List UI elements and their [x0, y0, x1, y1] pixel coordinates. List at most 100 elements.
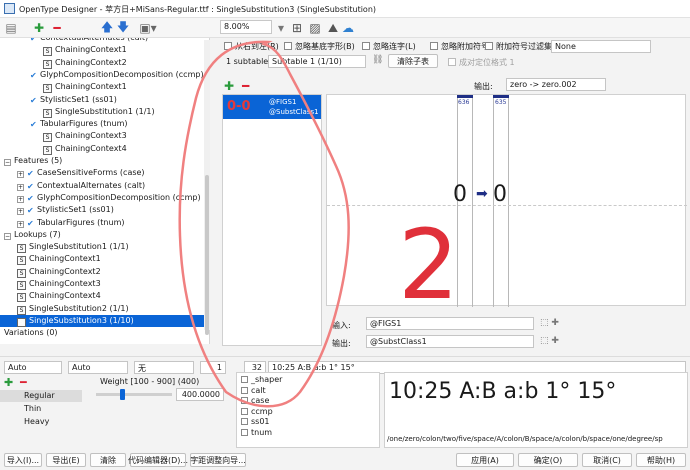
view-menu-icon[interactable]: ▣▾	[139, 20, 156, 36]
instance-item[interactable]: Heavy	[0, 416, 82, 428]
tree-row[interactable]: + ✔ StylisticSet1 (ss01)	[0, 204, 209, 216]
lookup-tree[interactable]: ✔ContextualAlternates (calt)SChainingCon…	[0, 38, 210, 344]
tree-row[interactable]: ✔ StylisticSet1 (ss01)	[0, 94, 209, 106]
ok-button[interactable]: 确定(O)	[518, 453, 578, 467]
tree-row[interactable]: + ✔ GlyphCompositionDecomposition (ccmp)	[0, 192, 209, 204]
expand-icon[interactable]: +	[17, 171, 24, 179]
tree-row[interactable]: ✔ TabularFigures (tnum)	[0, 118, 209, 130]
output-select[interactable]: zero -> zero.002	[506, 78, 606, 91]
add-rule-icon[interactable]: ✚	[224, 79, 234, 93]
tree-row[interactable]: S ChainingContext4	[0, 290, 209, 303]
feature-item[interactable]: ccmp	[241, 407, 273, 417]
ignore-base-option[interactable]: 忽略基底字形(B)	[284, 41, 355, 52]
tree-row[interactable]: S SingleSubstitution3 (1/10)	[0, 314, 204, 327]
apply-button[interactable]: 应用(A)	[456, 453, 514, 467]
tree-row[interactable]: S ChainingContext3	[0, 278, 209, 290]
tree-row[interactable]: ✔ContextualAlternates (calt)	[0, 38, 209, 44]
toolbar: ▤ ✚ ━ 🡅 🡇 ▣▾ 8.00% ▾ ⊞ ▨ ⛰ ☁	[0, 18, 690, 38]
remove-instance-icon[interactable]: ━	[20, 376, 27, 389]
tree-row[interactable]: + ✔ CaseSensitiveForms (case)	[0, 167, 209, 179]
io-output-field[interactable]: @SubstClass1	[366, 335, 534, 348]
tree-row[interactable]: S ChainingContext4	[0, 143, 209, 155]
ignore-lig-option[interactable]: 忽略连字(L)	[362, 41, 416, 52]
io-output-pick-icon[interactable]: ⬚ ✚	[540, 336, 559, 346]
repeat-spinner[interactable]: 1	[200, 361, 226, 374]
grid-icon[interactable]: ⊞	[290, 20, 304, 36]
feature-list[interactable]: _shaper calt case ccmp ss01 tnum	[236, 372, 380, 448]
expand-icon[interactable]: +	[17, 195, 24, 203]
expand-icon[interactable]: +	[17, 220, 24, 228]
glyph-input: 0	[453, 182, 467, 207]
feature-item[interactable]: tnum	[241, 428, 272, 438]
subtable-select[interactable]: Subtable 1 (1/10)	[268, 55, 366, 68]
ignore-mark-option[interactable]: 忽略附加符号	[430, 41, 489, 52]
tree-row[interactable]: − Lookups (7)	[0, 229, 209, 241]
tree-row[interactable]: ✔ GlyphCompositionDecomposition (ccmp)	[0, 69, 209, 81]
tree-row[interactable]: S ChainingContext2	[0, 266, 209, 278]
script-select[interactable]: Auto	[4, 361, 62, 374]
tree-row[interactable]: Variations (0)	[0, 327, 209, 339]
clear-subtable-button[interactable]: 清除子表	[388, 54, 438, 68]
tree-toggle-icon[interactable]: ▤	[4, 20, 18, 36]
feature-item[interactable]: ss01	[241, 417, 270, 427]
code-editor-button[interactable]: 代码编辑器(D)...	[128, 453, 188, 467]
collapse-icon[interactable]: −	[4, 232, 11, 240]
clear-button[interactable]: 清除	[90, 453, 126, 467]
io-input-field[interactable]: @FIGS1	[366, 317, 534, 330]
expand-icon[interactable]: +	[17, 208, 24, 216]
cursive-option[interactable]: 成对定位格式 1	[448, 57, 515, 68]
mountain-icon[interactable]: ⛰	[326, 20, 340, 36]
rule-list[interactable]: 0-0 @FIGS1 @SubstClass1	[222, 94, 322, 346]
remove-icon[interactable]: ━	[50, 20, 64, 36]
tree-row[interactable]: S ChainingContext1	[0, 44, 209, 57]
glyph-canvas[interactable]: 636 635 0 ➡ 0	[326, 94, 687, 307]
add-instance-icon[interactable]: ✚	[4, 376, 13, 389]
move-down-icon[interactable]: 🡇	[116, 20, 130, 36]
export-button[interactable]: 导出(E)	[46, 453, 86, 467]
move-up-icon[interactable]: 🡅	[100, 20, 114, 36]
tree-row[interactable]: S ChainingContext1	[0, 253, 209, 266]
title-bar: OpenType Designer - 苹方日+MiSans-Regular.t…	[0, 0, 690, 18]
weight-value[interactable]: 400.0000	[176, 388, 224, 401]
instance-item[interactable]: Regular	[0, 390, 82, 402]
instance-item[interactable]: Thin	[0, 403, 82, 415]
tree-row-label: TabularFigures (tnum)	[40, 119, 128, 129]
rtl-option[interactable]: 从右到左(R)	[224, 41, 279, 52]
rule-item-selected[interactable]: 0-0 @FIGS1 @SubstClass1	[223, 95, 321, 119]
mark-filter-option[interactable]: 附加符号过滤集	[485, 41, 552, 52]
tree-row[interactable]: − Features (5)	[0, 155, 209, 167]
remove-rule-icon[interactable]: ━	[242, 79, 249, 93]
language-select[interactable]: Auto	[68, 361, 128, 374]
tree-row[interactable]: S ChainingContext3	[0, 130, 209, 143]
import-button[interactable]: 导入(I)...	[4, 453, 42, 467]
tree-row-label: GlyphCompositionDecomposition (ccmp)	[37, 192, 201, 202]
tree-row[interactable]: S SingleSubstitution1 (1/1)	[0, 241, 209, 254]
tree-row-label: ContextualAlternates (calt)	[37, 180, 146, 190]
tree-row[interactable]: + ✔ TabularFigures (tnum)	[0, 217, 209, 229]
io-input-pick-icon[interactable]: ⬚ ✚	[540, 318, 559, 328]
tree-scrollbar[interactable]	[204, 40, 210, 335]
zoom-dropdown-icon[interactable]: ▾	[275, 20, 287, 36]
image-icon[interactable]: ▨	[308, 20, 322, 36]
direction-select[interactable]: 无	[134, 361, 194, 374]
help-button[interactable]: 帮助(H)	[636, 453, 686, 467]
tree-row[interactable]: S SingleSubstitution1 (1/1)	[0, 106, 209, 118]
feature-item[interactable]: calt	[241, 386, 266, 396]
collapse-icon[interactable]: −	[4, 159, 11, 166]
tree-row[interactable]: S ChainingContext1	[0, 81, 209, 94]
add-icon[interactable]: ✚	[32, 20, 46, 36]
tree-row[interactable]: S SingleSubstitution2 (1/1)	[0, 303, 209, 315]
instance-list[interactable]: Regular Thin Heavy	[0, 390, 92, 446]
kern-wizard-button[interactable]: 字距调整向导...	[190, 453, 246, 467]
tree-row[interactable]: S ChainingContext2	[0, 57, 209, 69]
zoom-select[interactable]: 8.00%	[220, 20, 272, 34]
feature-item[interactable]: case	[241, 396, 269, 406]
cancel-button[interactable]: 取消(C)	[582, 453, 632, 467]
weight-slider[interactable]	[96, 389, 172, 400]
link-icon[interactable]: ⛓	[372, 55, 384, 67]
tree-row[interactable]: + ✔ ContextualAlternates (calt)	[0, 180, 209, 192]
expand-icon[interactable]: +	[17, 183, 24, 191]
cloud-icon[interactable]: ☁	[340, 20, 356, 36]
mark-filter-select[interactable]: None	[551, 40, 651, 53]
feature-item[interactable]: _shaper	[241, 375, 282, 385]
